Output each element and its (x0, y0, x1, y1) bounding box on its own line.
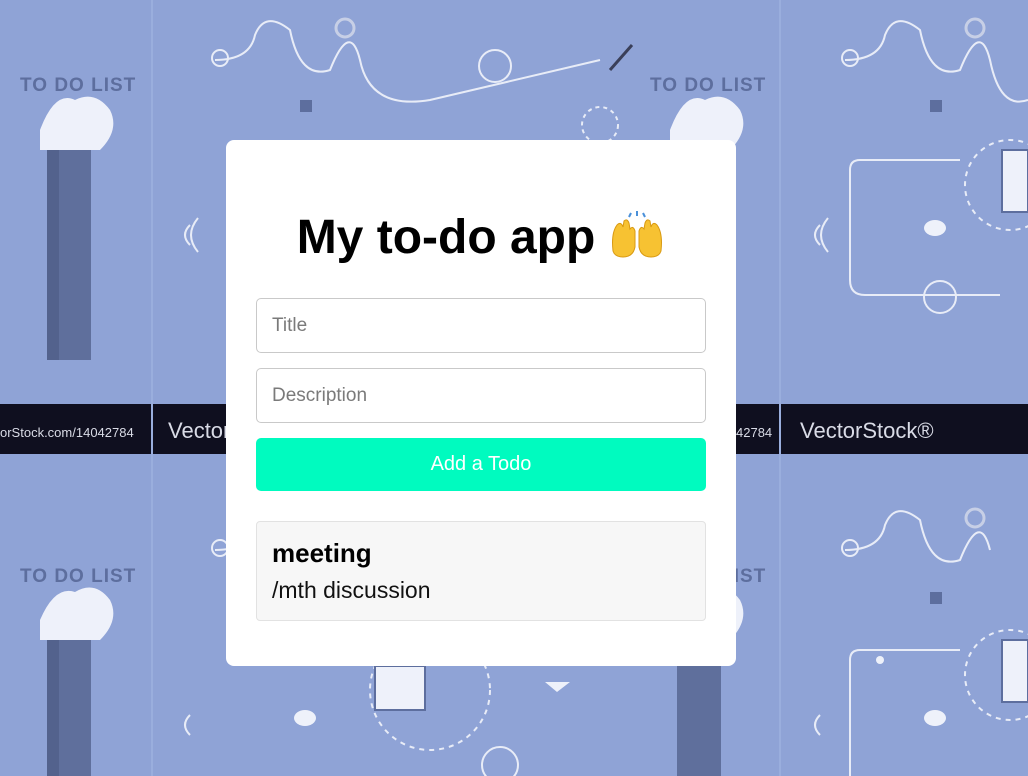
todo-card: My to-do app Add a Todo meeting /mth dis… (226, 140, 736, 666)
background-label: TO DO LIST (20, 75, 137, 96)
todo-item-title: meeting (272, 538, 372, 568)
todo-item: meeting /mth discussion (256, 521, 706, 621)
watermark-url: orStock.com/14042784 (0, 425, 134, 440)
raising-hands-icon (609, 211, 665, 259)
watermark-url-right: 42784 (736, 425, 773, 440)
todo-item-description: /mth discussion (272, 577, 431, 603)
description-input[interactable] (256, 368, 706, 423)
title-input[interactable] (256, 298, 706, 353)
app-header: My to-do app (226, 210, 736, 266)
watermark-brand: VectorStock® (800, 418, 934, 443)
add-todo-button[interactable]: Add a Todo (256, 438, 706, 491)
background-label: TO DO LIST (20, 566, 137, 587)
app-title: My to-do app (296, 211, 596, 264)
watermark-brand: Vector (168, 418, 231, 443)
background-label: TO DO LIST (650, 75, 767, 96)
